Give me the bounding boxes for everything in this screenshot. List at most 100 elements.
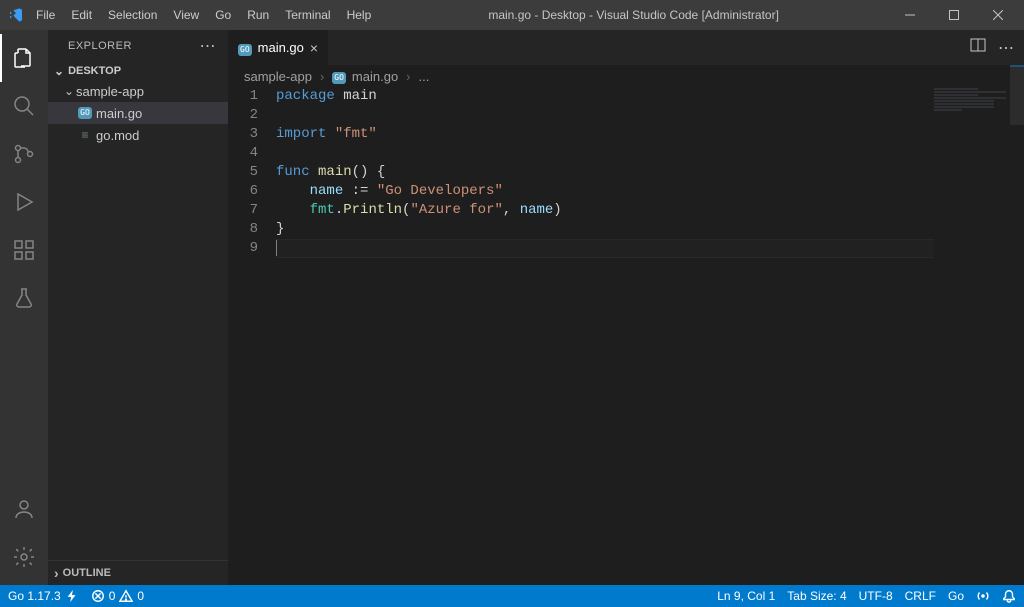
- activity-bar: [0, 30, 48, 585]
- line-number: 1: [228, 87, 276, 106]
- broadcast-icon: [976, 589, 990, 603]
- token-string: "Azure for": [410, 202, 502, 218]
- explorer-sidebar: EXPLORER ⌄ DESKTOP ⌄ sample-app GO main.…: [48, 30, 228, 585]
- line-number: 9: [228, 239, 276, 258]
- line-number: 4: [228, 144, 276, 163]
- token-operator: :=: [343, 183, 377, 199]
- file-label: go.mod: [96, 128, 139, 143]
- current-line-highlight: [276, 239, 934, 258]
- activity-extensions-icon[interactable]: [0, 226, 48, 274]
- activity-run-debug-icon[interactable]: [0, 178, 48, 226]
- editor-tabs: GO main.go ×: [228, 30, 1024, 65]
- token-indent: [276, 202, 310, 218]
- menu-bar: File Edit Selection View Go Run Terminal…: [28, 8, 379, 22]
- workspace-section[interactable]: ⌄ DESKTOP: [48, 62, 228, 80]
- token-string: "Go Developers": [377, 183, 503, 199]
- chevron-down-icon: ⌄: [54, 64, 64, 78]
- activity-testing-icon[interactable]: [0, 274, 48, 322]
- token-keyword: import: [276, 126, 326, 142]
- menu-help[interactable]: Help: [339, 8, 380, 22]
- breadcrumb-folder[interactable]: sample-app: [244, 69, 312, 84]
- menu-view[interactable]: View: [165, 8, 207, 22]
- menu-file[interactable]: File: [28, 8, 63, 22]
- token-identifier: name: [310, 183, 344, 199]
- vertical-scrollbar[interactable]: [1010, 65, 1024, 585]
- status-go-version[interactable]: Go 1.17.3: [8, 589, 79, 603]
- breadcrumbs[interactable]: sample-app › GO main.go › ...: [228, 65, 1024, 87]
- menu-run[interactable]: Run: [239, 8, 277, 22]
- mod-file-icon: ≡: [76, 128, 94, 142]
- tab-close-icon[interactable]: ×: [310, 40, 318, 56]
- go-file-icon: GO: [238, 40, 252, 56]
- status-cursor-position[interactable]: Ln 9, Col 1: [717, 589, 775, 603]
- activity-settings-icon[interactable]: [0, 533, 48, 581]
- line-number: 7: [228, 201, 276, 220]
- token-identifier: name: [520, 202, 554, 218]
- file-tree: ⌄ sample-app GO main.go ≡ go.mod: [48, 80, 228, 146]
- activity-accounts-icon[interactable]: [0, 485, 48, 533]
- status-label: Go 1.17.3: [8, 589, 61, 603]
- title-bar: File Edit Selection View Go Run Terminal…: [0, 0, 1024, 30]
- error-icon: [91, 589, 105, 603]
- menu-go[interactable]: Go: [207, 8, 239, 22]
- code-lines[interactable]: package main import "fmt" func main() { …: [276, 87, 1024, 585]
- activity-search-icon[interactable]: [0, 82, 48, 130]
- status-problems[interactable]: 0 0: [91, 589, 144, 603]
- maximize-button[interactable]: [932, 0, 976, 30]
- status-error-count: 0: [109, 589, 116, 603]
- status-warning-count: 0: [137, 589, 144, 603]
- split-editor-icon[interactable]: [970, 37, 986, 58]
- line-number: 3: [228, 125, 276, 144]
- tree-file-main-go[interactable]: GO main.go: [48, 102, 228, 124]
- token-function: main: [310, 164, 352, 180]
- outline-section[interactable]: › OUTLINE: [48, 560, 228, 585]
- tab-main-go[interactable]: GO main.go ×: [228, 30, 329, 65]
- status-tab-size[interactable]: Tab Size: 4: [787, 589, 846, 603]
- go-file-icon: GO: [332, 68, 346, 84]
- tree-file-go-mod[interactable]: ≡ go.mod: [48, 124, 228, 146]
- status-eol[interactable]: CRLF: [905, 589, 936, 603]
- status-encoding[interactable]: UTF-8: [859, 589, 893, 603]
- scrollbar-thumb[interactable]: [1010, 65, 1024, 125]
- chevron-down-icon: ⌄: [62, 84, 76, 98]
- status-notifications-icon[interactable]: [1002, 589, 1016, 603]
- token-plain: ): [553, 202, 561, 218]
- status-feedback-icon[interactable]: [976, 589, 990, 603]
- close-button[interactable]: [976, 0, 1020, 30]
- activity-source-control-icon[interactable]: [0, 130, 48, 178]
- tab-label: main.go: [258, 40, 304, 55]
- token-plain: ,: [503, 202, 520, 218]
- line-number: 6: [228, 182, 276, 201]
- menu-terminal[interactable]: Terminal: [277, 8, 338, 22]
- token-keyword: func: [276, 164, 310, 180]
- minimize-button[interactable]: [888, 0, 932, 30]
- editor-more-icon[interactable]: [998, 38, 1014, 58]
- bell-icon: [1002, 589, 1016, 603]
- token-string: "fmt": [326, 126, 376, 142]
- code-editor[interactable]: 1 2 3 4 5 6 7 8 9 package main import "f…: [228, 87, 1024, 585]
- vscode-logo-icon: [4, 7, 28, 23]
- minimap[interactable]: [930, 87, 1010, 147]
- explorer-more-icon[interactable]: [200, 36, 217, 56]
- folder-label: sample-app: [76, 84, 144, 99]
- window-controls: [888, 0, 1020, 30]
- token-identifier: main: [335, 88, 377, 104]
- breadcrumb-file[interactable]: main.go: [352, 69, 398, 84]
- line-number: 2: [228, 106, 276, 125]
- file-label: main.go: [96, 106, 142, 121]
- chevron-right-icon: ›: [318, 69, 326, 84]
- status-bar: Go 1.17.3 0 0 Ln 9, Col 1 Tab Size: 4 UT…: [0, 585, 1024, 607]
- tree-folder-sample-app[interactable]: ⌄ sample-app: [48, 80, 228, 102]
- status-language[interactable]: Go: [948, 589, 964, 603]
- chevron-right-icon: ›: [404, 69, 412, 84]
- line-number: 8: [228, 220, 276, 239]
- explorer-title: EXPLORER: [68, 40, 132, 52]
- menu-selection[interactable]: Selection: [100, 8, 165, 22]
- lightning-icon: [65, 589, 79, 603]
- token-keyword: package: [276, 88, 335, 104]
- workspace-name: DESKTOP: [68, 65, 121, 77]
- activity-explorer-icon[interactable]: [0, 34, 48, 82]
- breadcrumb-more[interactable]: ...: [419, 69, 430, 84]
- menu-edit[interactable]: Edit: [63, 8, 100, 22]
- line-number-gutter: 1 2 3 4 5 6 7 8 9: [228, 87, 276, 585]
